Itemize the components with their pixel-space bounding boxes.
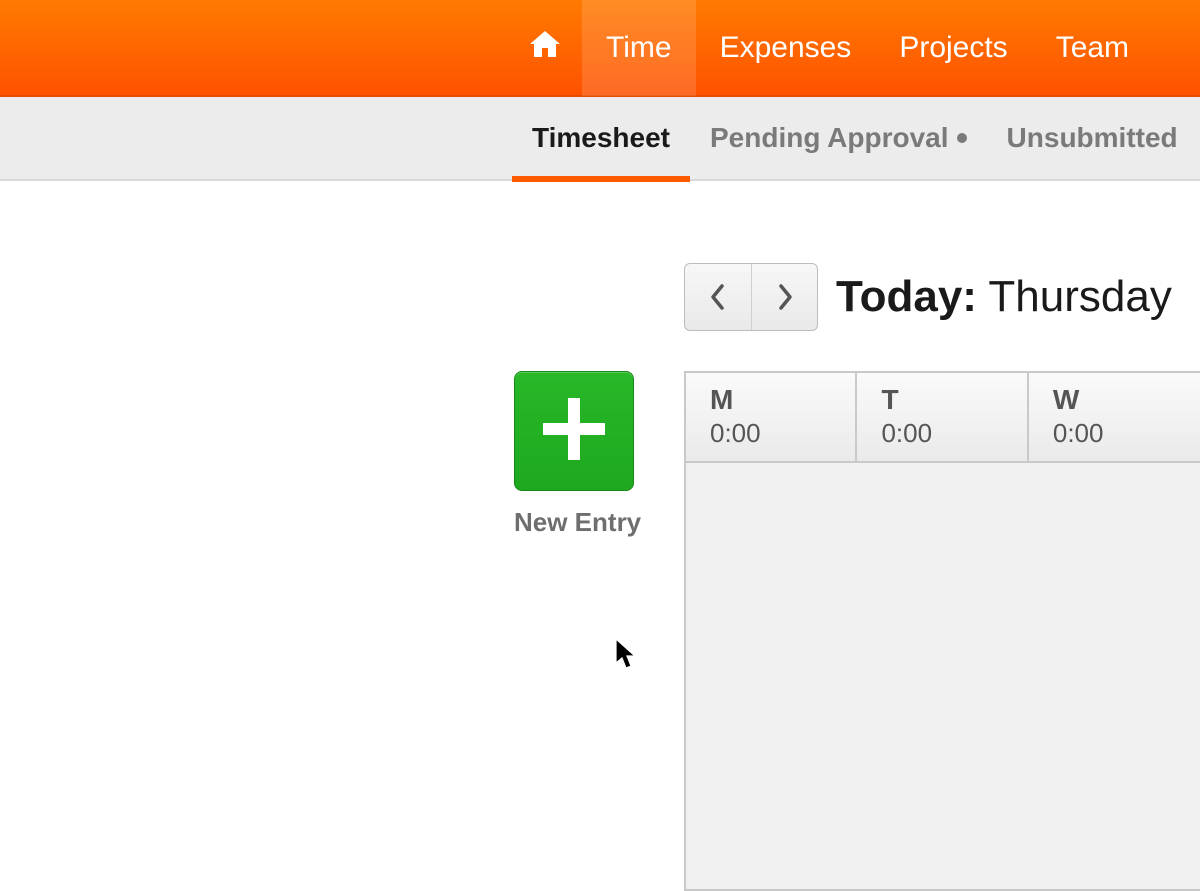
day-total: 0:00	[710, 418, 831, 449]
day-total: 0:00	[1053, 418, 1176, 449]
nav-label: Projects	[899, 31, 1007, 65]
nav-time[interactable]: Time	[582, 0, 696, 96]
nav-projects[interactable]: Projects	[875, 0, 1031, 96]
day-header-mon[interactable]: M 0:00	[686, 373, 857, 461]
secondary-nav: Timesheet Pending Approval Unsubmitted A…	[0, 97, 1200, 181]
prev-day-button[interactable]	[685, 264, 751, 330]
next-day-button[interactable]	[751, 264, 817, 330]
day-letter: W	[1053, 385, 1176, 416]
tab-timesheet[interactable]: Timesheet	[512, 96, 690, 180]
date-row: Today: Thursday	[684, 263, 1172, 331]
nav-team[interactable]: Team	[1032, 0, 1153, 96]
nav-home[interactable]	[504, 0, 582, 96]
nav-label: Team	[1056, 31, 1129, 65]
new-entry-button[interactable]	[514, 371, 634, 491]
tab-label: Unsubmitted	[1007, 122, 1178, 154]
tab-unsubmitted[interactable]: Unsubmitted	[987, 96, 1198, 180]
notification-dot-icon	[957, 133, 967, 143]
date-heading-prefix: Today:	[836, 272, 977, 321]
nav-expenses[interactable]: Expenses	[696, 0, 876, 96]
day-letter: T	[881, 385, 1002, 416]
tab-label: Timesheet	[532, 122, 670, 154]
chevron-left-icon	[709, 283, 727, 311]
plus-icon	[537, 392, 611, 471]
home-icon	[528, 29, 562, 67]
date-heading-day: Thursday	[988, 272, 1171, 321]
day-header-tue[interactable]: T 0:00	[857, 373, 1028, 461]
nav-label: Time	[606, 31, 672, 65]
cursor-icon	[614, 637, 640, 676]
week-table: M 0:00 T 0:00 W 0:00	[684, 371, 1200, 891]
tab-label: Pending Approval	[710, 122, 949, 154]
primary-nav: Time Expenses Projects Team	[0, 0, 1200, 97]
day-header-wed[interactable]: W 0:00	[1029, 373, 1200, 461]
new-entry: New Entry	[514, 371, 641, 538]
day-letter: M	[710, 385, 831, 416]
new-entry-label: New Entry	[514, 507, 641, 538]
week-headers: M 0:00 T 0:00 W 0:00	[686, 373, 1200, 463]
day-total: 0:00	[881, 418, 1002, 449]
tab-pending-approval[interactable]: Pending Approval	[690, 96, 987, 180]
content: Today: Thursday New Entry M 0:00 T 0:00	[0, 181, 1200, 261]
chevron-right-icon	[776, 283, 794, 311]
nav-label: Expenses	[720, 31, 852, 65]
date-pager	[684, 263, 818, 331]
week-body	[686, 463, 1200, 889]
date-heading: Today: Thursday	[836, 272, 1172, 322]
